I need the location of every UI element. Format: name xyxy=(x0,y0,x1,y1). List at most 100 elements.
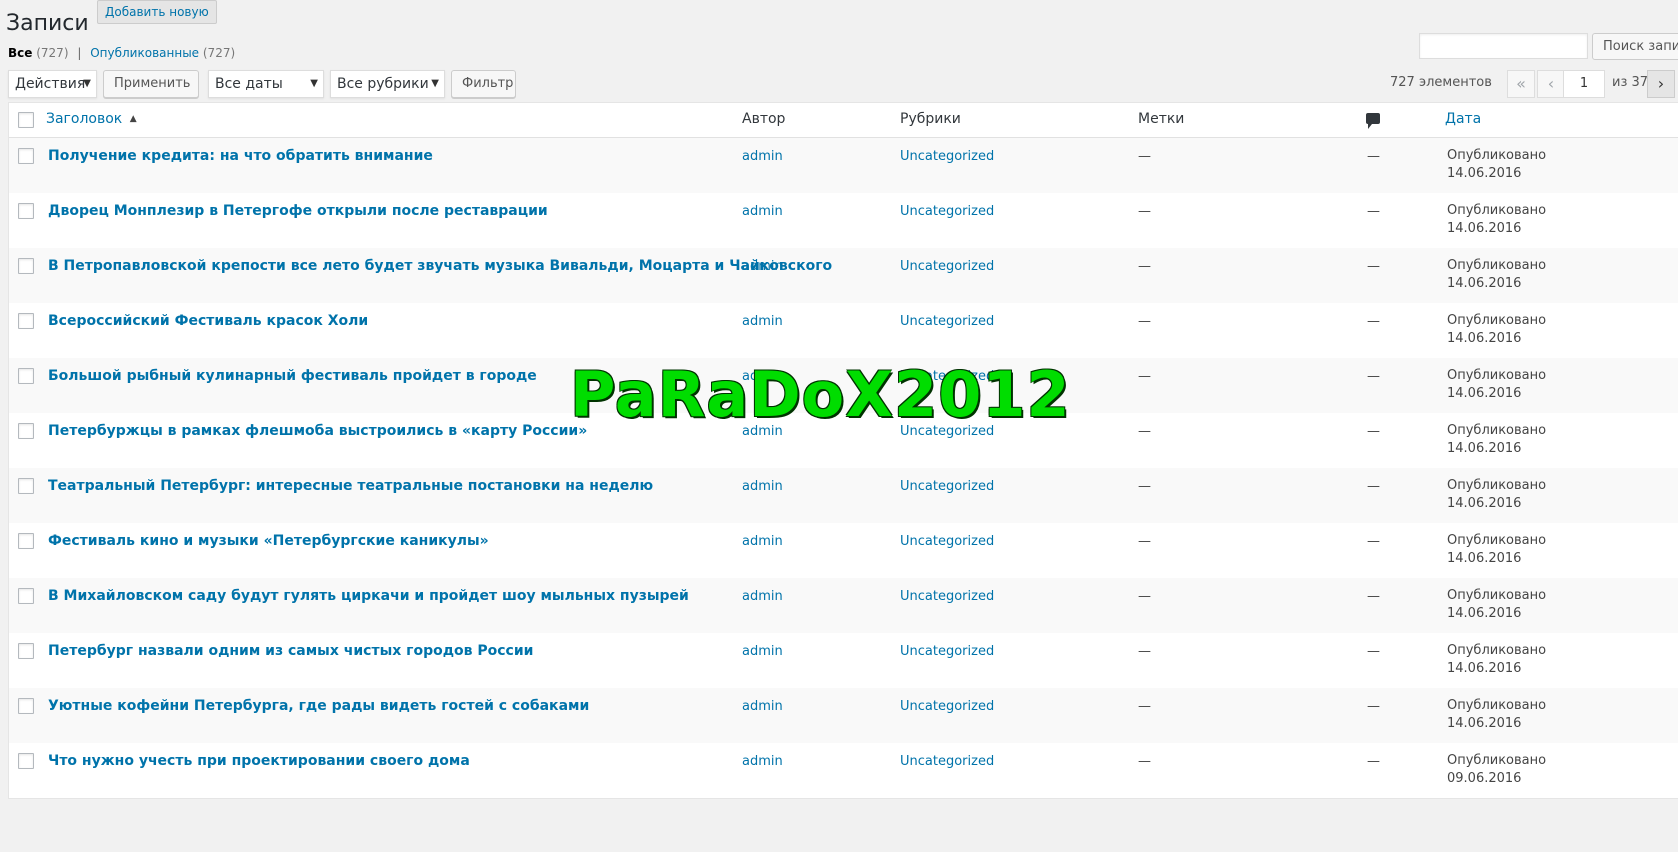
apply-button[interactable]: Применить xyxy=(103,70,199,98)
post-date: Опубликовано 14.06.2016 xyxy=(1447,312,1546,348)
post-title-link[interactable]: Фестиваль кино и музыки «Петербургские к… xyxy=(48,533,489,549)
filter-button[interactable]: Фильтр xyxy=(451,70,516,98)
row-checkbox[interactable] xyxy=(18,698,34,714)
post-date: Опубликовано 14.06.2016 xyxy=(1447,147,1546,183)
status-filter-links: Все (727) | Опубликованные (727) xyxy=(8,46,235,60)
table-body: Получение кредита: на что обратить внима… xyxy=(9,138,1678,798)
post-category-link[interactable]: Uncategorized xyxy=(900,369,994,384)
post-title-link[interactable]: Дворец Монплезир в Петергофе открыли пос… xyxy=(48,203,548,219)
next-page-button[interactable]: › xyxy=(1647,70,1675,98)
post-date-value: 14.06.2016 xyxy=(1447,221,1522,236)
table-header: Заголовок ▲ Автор Рубрики Метки Дата xyxy=(9,103,1678,138)
post-author-link[interactable]: admin xyxy=(742,479,783,494)
column-tags-header: Метки xyxy=(1138,111,1185,127)
table-row: Петербург назвали одним из самых чистых … xyxy=(9,633,1678,688)
column-author-header: Автор xyxy=(742,111,786,127)
view-all-link[interactable]: Все xyxy=(8,46,32,60)
post-tags: — xyxy=(1138,479,1151,494)
post-date-value: 14.06.2016 xyxy=(1447,551,1522,566)
post-author-link[interactable]: admin xyxy=(742,644,783,659)
post-comments: — xyxy=(1367,204,1380,219)
row-checkbox[interactable] xyxy=(18,643,34,659)
post-category-link[interactable]: Uncategorized xyxy=(900,754,994,769)
post-category-link[interactable]: Uncategorized xyxy=(900,534,994,549)
post-category-link[interactable]: Uncategorized xyxy=(900,259,994,274)
table-row: Петербуржцы в рамках флешмоба выстроилис… xyxy=(9,413,1678,468)
post-author-link[interactable]: admin xyxy=(742,259,783,274)
page-title: Записи xyxy=(6,10,89,36)
post-comments: — xyxy=(1367,644,1380,659)
post-date: Опубликовано 14.06.2016 xyxy=(1447,477,1546,513)
post-comments: — xyxy=(1367,424,1380,439)
row-checkbox[interactable] xyxy=(18,533,34,549)
post-author-link[interactable]: admin xyxy=(742,754,783,769)
categories-select[interactable]: Все рубрики ▼ xyxy=(330,70,445,98)
post-author-link[interactable]: admin xyxy=(742,589,783,604)
row-checkbox[interactable] xyxy=(18,258,34,274)
first-page-button: « xyxy=(1507,70,1535,98)
add-new-button[interactable]: Добавить новую xyxy=(97,0,217,24)
dropdown-arrow-icon: ▼ xyxy=(310,78,318,89)
select-all-checkbox[interactable] xyxy=(18,112,34,128)
table-row: В Петропавловской крепости все лето буде… xyxy=(9,248,1678,303)
row-checkbox[interactable] xyxy=(18,313,34,329)
post-title-link[interactable]: В Михайловском саду будут гулять циркачи… xyxy=(48,588,689,604)
post-category-link[interactable]: Uncategorized xyxy=(900,314,994,329)
post-title-link[interactable]: Петербург назвали одним из самых чистых … xyxy=(48,643,533,659)
post-author-link[interactable]: admin xyxy=(742,699,783,714)
post-status: Опубликовано xyxy=(1447,258,1547,273)
row-checkbox[interactable] xyxy=(18,203,34,219)
row-checkbox[interactable] xyxy=(18,368,34,384)
post-status: Опубликовано xyxy=(1447,698,1547,713)
post-title-link[interactable]: Театральный Петербург: интересные театра… xyxy=(48,478,653,494)
post-title-link[interactable]: Получение кредита: на что обратить внима… xyxy=(48,148,433,164)
column-title-header[interactable]: Заголовок ▲ xyxy=(46,111,137,127)
current-page-input[interactable]: 1 xyxy=(1563,70,1605,98)
post-date-value: 14.06.2016 xyxy=(1447,441,1522,456)
row-checkbox[interactable] xyxy=(18,753,34,769)
post-author-link[interactable]: admin xyxy=(742,149,783,164)
post-comments: — xyxy=(1367,259,1380,274)
bulk-actions-select[interactable]: Действия ▼ xyxy=(8,70,97,98)
post-status: Опубликовано xyxy=(1447,753,1547,768)
post-title-link[interactable]: Всероссийский Фестиваль красок Холи xyxy=(48,313,368,329)
post-title-link[interactable]: Петербуржцы в рамках флешмоба выстроилис… xyxy=(48,423,587,439)
post-status: Опубликовано xyxy=(1447,478,1547,493)
row-checkbox[interactable] xyxy=(18,423,34,439)
row-checkbox[interactable] xyxy=(18,588,34,604)
post-title-link[interactable]: Большой рыбный кулинарный фестиваль прой… xyxy=(48,368,537,384)
post-category-link[interactable]: Uncategorized xyxy=(900,644,994,659)
post-category-link[interactable]: Uncategorized xyxy=(900,204,994,219)
post-comments: — xyxy=(1367,149,1380,164)
search-button[interactable]: Поиск записей xyxy=(1592,33,1678,60)
view-published-link[interactable]: Опубликованные xyxy=(90,46,199,60)
row-checkbox[interactable] xyxy=(18,478,34,494)
post-category-link[interactable]: Uncategorized xyxy=(900,479,994,494)
post-category-link[interactable]: Uncategorized xyxy=(900,699,994,714)
search-input[interactable] xyxy=(1419,33,1588,59)
post-author-link[interactable]: admin xyxy=(742,314,783,329)
post-tags: — xyxy=(1138,644,1151,659)
dropdown-arrow-icon: ▼ xyxy=(83,78,91,89)
dates-select[interactable]: Все даты ▼ xyxy=(208,70,324,98)
post-category-link[interactable]: Uncategorized xyxy=(900,424,994,439)
post-category-link[interactable]: Uncategorized xyxy=(900,589,994,604)
post-title-link[interactable]: Уютные кофейни Петербурга, где рады виде… xyxy=(48,698,589,714)
post-tags: — xyxy=(1138,259,1151,274)
post-title-link[interactable]: Что нужно учесть при проектировании свое… xyxy=(48,753,470,769)
post-title-link[interactable]: В Петропавловской крепости все лето буде… xyxy=(48,258,832,274)
post-author-link[interactable]: admin xyxy=(742,424,783,439)
post-date-value: 14.06.2016 xyxy=(1447,716,1522,731)
post-author-link[interactable]: admin xyxy=(742,534,783,549)
post-author-link[interactable]: admin xyxy=(742,204,783,219)
column-date-header[interactable]: Дата xyxy=(1445,111,1481,127)
post-date: Опубликовано 14.06.2016 xyxy=(1447,257,1546,293)
dropdown-arrow-icon: ▼ xyxy=(431,78,439,89)
sort-asc-icon: ▲ xyxy=(129,114,137,124)
post-author-link[interactable]: admin xyxy=(742,369,783,384)
row-checkbox[interactable] xyxy=(18,148,34,164)
table-row: Дворец Монплезир в Петергофе открыли пос… xyxy=(9,193,1678,248)
post-date: Опубликовано 09.06.2016 xyxy=(1447,752,1546,788)
comment-bubble-icon[interactable] xyxy=(1366,113,1380,129)
post-category-link[interactable]: Uncategorized xyxy=(900,149,994,164)
